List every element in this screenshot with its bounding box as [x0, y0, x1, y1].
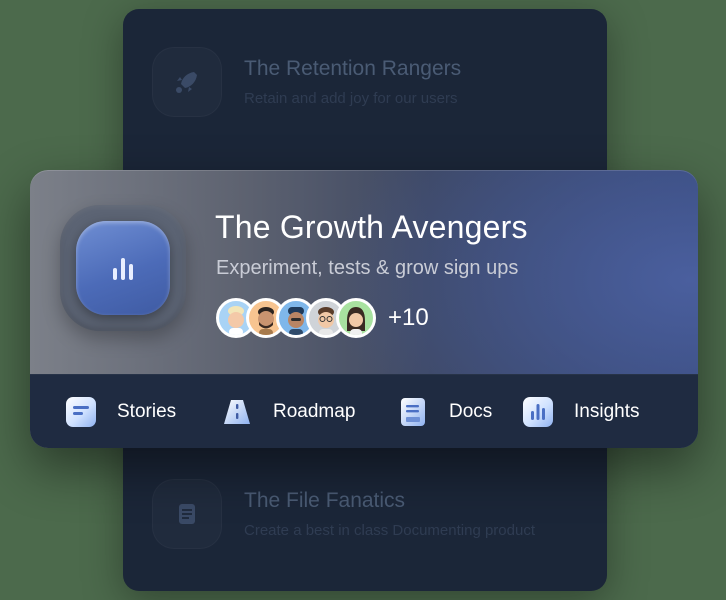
tab-label: Roadmap — [273, 401, 356, 422]
tab-roadmap[interactable]: Roadmap — [222, 397, 355, 427]
tab-docs[interactable]: Docs — [398, 397, 492, 427]
team-tab-bar: Stories Roadmap Docs Insights — [30, 374, 698, 448]
team-name: The Retention Rangers — [244, 57, 462, 80]
team-title: The Growth Avengers — [215, 209, 528, 245]
document-icon — [152, 479, 222, 549]
team-icon-frame — [60, 205, 186, 331]
tab-label: Insights — [574, 401, 640, 422]
team-row-file-fanatics[interactable]: The File Fanatics Create a best in class… — [152, 479, 535, 549]
team-subtitle: Retain and add joy for our users — [244, 90, 458, 107]
bar-chart-icon — [523, 397, 553, 427]
rocket-icon — [152, 47, 222, 117]
team-row-retention-rangers[interactable]: The Retention Rangers Retain and add joy… — [152, 47, 461, 117]
avatar[interactable] — [336, 298, 376, 338]
tab-label: Stories — [117, 401, 177, 422]
team-card-growth-avengers[interactable]: The Growth Avengers Experiment, tests & … — [30, 170, 698, 448]
member-avatars[interactable]: +10 — [216, 298, 429, 338]
team-name: The File Fanatics — [244, 489, 406, 512]
road-icon — [222, 397, 252, 427]
tab-label: Docs — [449, 401, 493, 422]
bar-chart-icon — [76, 221, 170, 315]
tab-stories[interactable]: Stories — [66, 397, 176, 427]
team-subtitle: Experiment, tests & grow sign ups — [216, 257, 519, 279]
more-members-count[interactable]: +10 — [388, 298, 429, 338]
tab-insights[interactable]: Insights — [523, 397, 639, 427]
lines-icon — [66, 397, 96, 427]
document-icon — [398, 397, 428, 427]
team-subtitle: Create a best in class Documenting produ… — [244, 522, 535, 539]
